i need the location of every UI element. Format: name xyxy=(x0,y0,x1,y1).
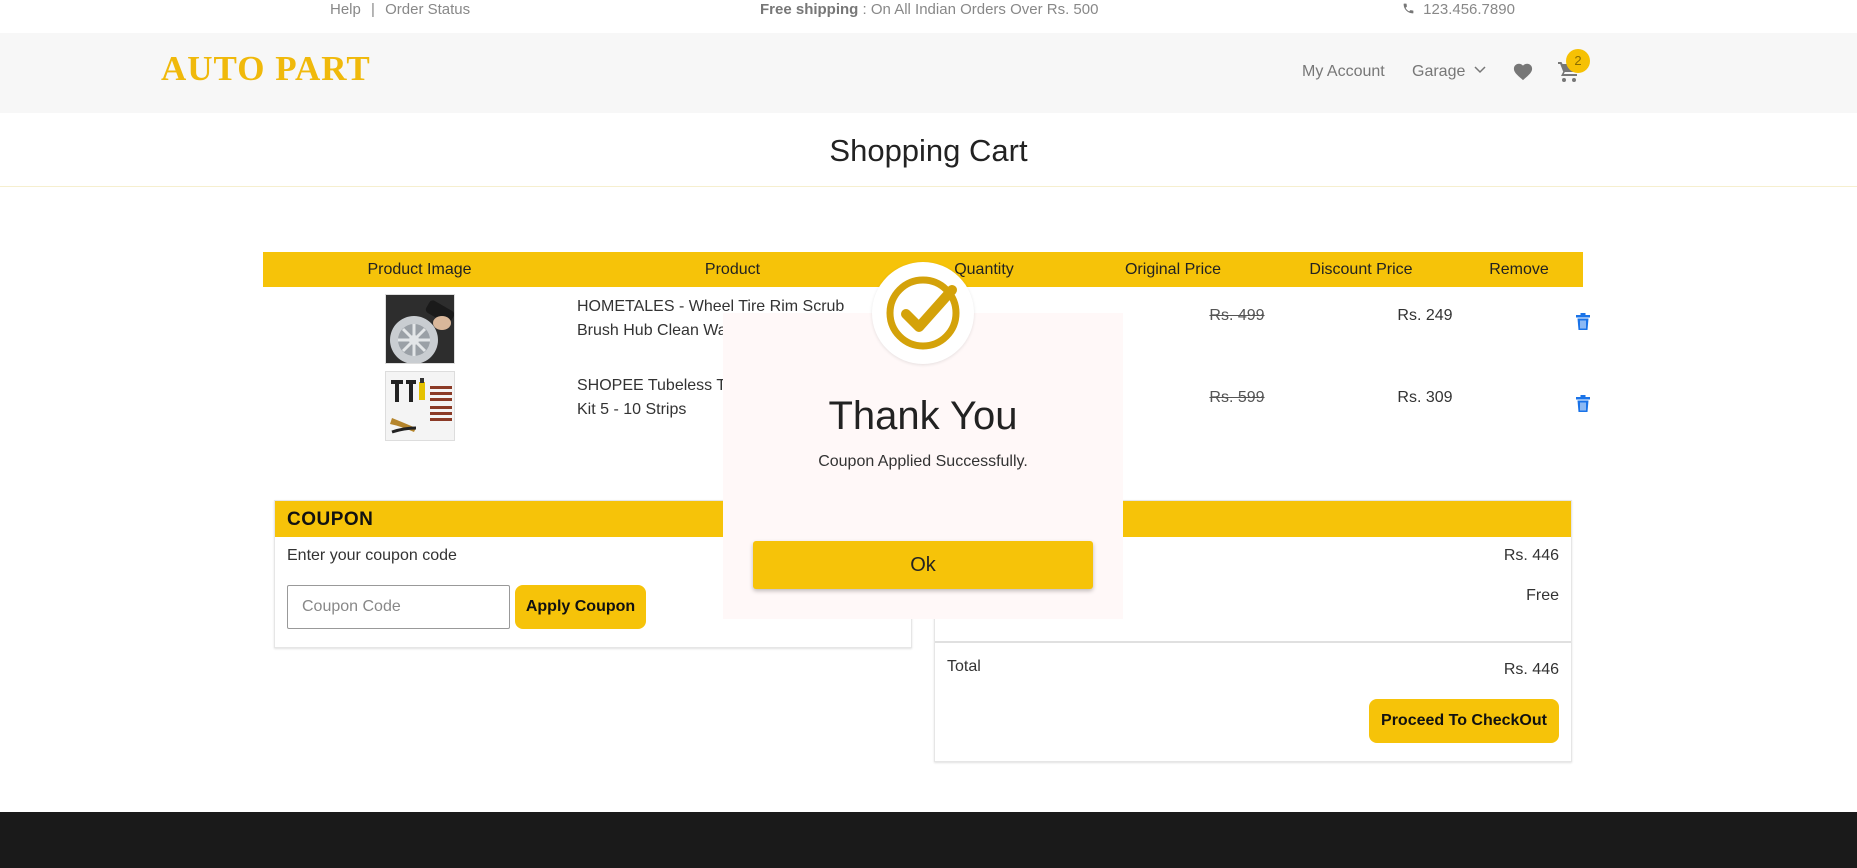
remove-button[interactable] xyxy=(1519,313,1647,335)
total-value: Rs. 446 xyxy=(1503,661,1559,678)
site-logo[interactable]: AUTO PART xyxy=(161,49,371,89)
order-status-link[interactable]: Order Status xyxy=(385,1,470,18)
top-link-separator: | xyxy=(371,1,375,18)
footer xyxy=(0,812,1857,868)
product-image[interactable] xyxy=(385,294,455,364)
trash-icon xyxy=(1576,313,1590,330)
garage-dropdown[interactable]: Garage xyxy=(1412,63,1486,81)
modal-message: Coupon Applied Successfully. xyxy=(818,453,1028,470)
help-link[interactable]: Help xyxy=(330,1,361,18)
coupon-code-input[interactable] xyxy=(287,585,510,629)
product-name-line: Kit 5 - 10 Strips xyxy=(577,401,687,418)
chevron-down-icon xyxy=(1474,66,1486,74)
my-account-link[interactable]: My Account xyxy=(1302,63,1385,81)
phone-number: 123.456.7890 xyxy=(1423,1,1515,18)
col-header-image: Product Image xyxy=(367,260,472,278)
col-header-discount-price: Discount Price xyxy=(1309,260,1413,278)
remove-button[interactable] xyxy=(1519,395,1647,417)
phone-icon xyxy=(1403,3,1414,14)
heart-icon[interactable] xyxy=(1512,61,1534,81)
col-header-original-price: Original Price xyxy=(1124,260,1222,278)
trash-icon xyxy=(1576,395,1590,412)
page-title: Shopping Cart xyxy=(829,133,1028,168)
summary-divider xyxy=(935,641,1571,643)
shipping-notice-bold: Free shipping xyxy=(760,1,859,18)
garage-label: Garage xyxy=(1412,63,1466,80)
total-label: Total xyxy=(947,658,981,675)
repair-kit-product-icon xyxy=(386,372,454,440)
main-header: AUTO PART My Account Garage 2 xyxy=(0,33,1857,113)
phone-info: 123.456.7890 xyxy=(1402,1,1515,18)
top-links: Help | Order Status xyxy=(330,1,470,18)
col-header-product: Product xyxy=(704,260,761,278)
modal-title: Thank You xyxy=(828,394,1018,438)
brush-product-icon xyxy=(386,295,454,363)
title-divider xyxy=(0,186,1857,187)
coupon-label: Enter your coupon code xyxy=(287,547,457,564)
cart-count-badge: 2 xyxy=(1566,49,1590,73)
checkmark-icon xyxy=(886,276,960,350)
col-header-remove: Remove xyxy=(1489,260,1549,278)
shipping-notice: Free shipping : On All Indian Orders Ove… xyxy=(760,1,1098,18)
modal-ok-button[interactable]: Ok xyxy=(753,541,1093,589)
original-price: Rs. 499 xyxy=(1209,307,1265,324)
product-name-line: SHOPEE Tubeless T xyxy=(577,377,727,394)
product-image[interactable] xyxy=(385,371,455,441)
original-price: Rs. 599 xyxy=(1209,389,1265,406)
discount-price: Rs. 249 xyxy=(1397,307,1453,324)
top-bar: Help | Order Status Free shipping : On A… xyxy=(0,0,1857,33)
shipping-notice-text: : On All Indian Orders Over Rs. 500 xyxy=(862,1,1099,18)
discount-price: Rs. 309 xyxy=(1397,389,1453,406)
check-circle-icon xyxy=(872,262,974,364)
apply-coupon-button[interactable]: Apply Coupon xyxy=(515,585,646,629)
shipping-value: Free xyxy=(1526,587,1559,604)
subtotal-value: Rs. 446 xyxy=(1503,547,1559,564)
proceed-to-checkout-button[interactable]: Proceed To CheckOut xyxy=(1369,699,1559,743)
